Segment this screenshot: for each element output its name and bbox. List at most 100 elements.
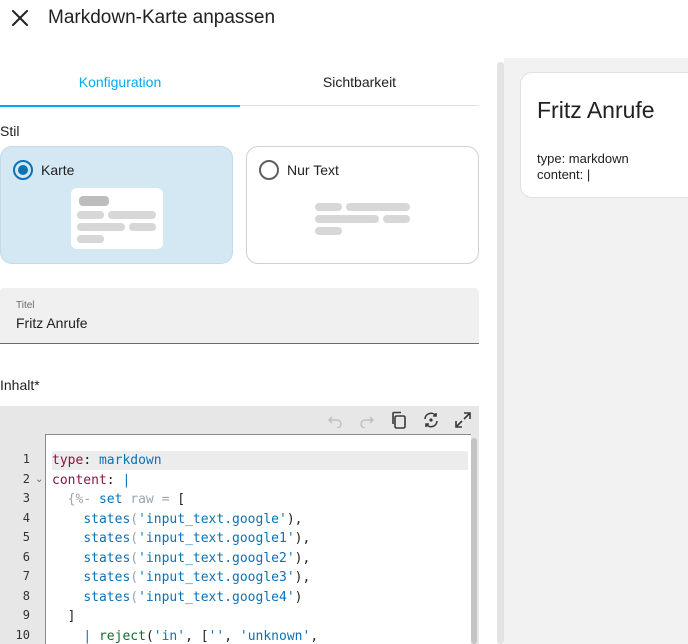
code-token: : [106, 473, 123, 488]
illustration-bar [77, 223, 125, 231]
illustration-bar [315, 203, 342, 211]
dialog-header: Markdown-Karte anpassen [0, 0, 688, 38]
preview-pane: Fritz Anrufe type: markdown content: | [504, 58, 688, 644]
code-token: ( [130, 512, 139, 527]
text-style-illustration [315, 203, 411, 237]
code-token: ] [52, 609, 76, 624]
code-scrollbar[interactable] [471, 438, 477, 644]
preview-card: Fritz Anrufe type: markdown content: | [520, 72, 688, 198]
fullscreen-button[interactable] [453, 410, 473, 430]
line-number: 2 [22, 472, 30, 486]
code-line[interactable]: states('input_text.google1'), [52, 529, 468, 548]
title-field[interactable]: Titel Fritz Anrufe [0, 288, 479, 344]
tab-bar: Konfiguration Sichtbarkeit [0, 58, 479, 107]
style-option-nur-text[interactable]: Nur Text [246, 146, 479, 264]
code-token: states [83, 531, 131, 546]
style-section-label: Stil [0, 123, 20, 139]
style-option-karte[interactable]: Karte [0, 146, 233, 264]
illustration-bar [77, 235, 104, 243]
line-number: 4 [22, 511, 30, 525]
code-text-area[interactable]: type: markdown content: | {%- set raw = [… [45, 434, 471, 644]
code-token: states [83, 512, 131, 527]
code-token: ( [130, 590, 139, 605]
code-token: , [310, 629, 319, 644]
tab-konfiguration-label: Konfiguration [78, 74, 162, 90]
illustration-bar [79, 196, 109, 206]
tab-konfiguration[interactable]: Konfiguration [0, 58, 240, 107]
dialog-title: Markdown-Karte anpassen [48, 7, 276, 28]
sync-icon [424, 412, 438, 428]
code-token: raw [130, 492, 154, 507]
code-token: , [224, 629, 240, 644]
illustration-bar [315, 227, 342, 235]
tab-sichtbarkeit[interactable]: Sichtbarkeit [240, 58, 479, 106]
preview-card-content: type: markdown content: | [537, 151, 629, 182]
sync-button[interactable] [421, 410, 441, 430]
code-token: ), [294, 531, 311, 546]
code-token: set [98, 492, 123, 507]
line-number: 6 [22, 550, 30, 564]
code-token: : [83, 453, 99, 468]
code-token: {%- [67, 492, 92, 507]
karte-radio[interactable] [13, 160, 33, 180]
code-token: ) [294, 590, 303, 605]
title-field-label: Titel [16, 300, 35, 311]
card-style-illustration [71, 188, 163, 249]
title-field-value[interactable]: Fritz Anrufe [16, 315, 88, 331]
code-token: ), [286, 512, 303, 527]
redo-button[interactable] [357, 410, 377, 430]
code-line[interactable]: ] [52, 607, 468, 626]
illustration-bar [346, 203, 410, 211]
code-token: '' [208, 629, 225, 644]
illustration-bar [108, 211, 156, 219]
line-number: 9 [22, 608, 30, 622]
code-token: 'input_text.google2' [138, 551, 295, 566]
code-token: [ [169, 492, 186, 507]
code-token: | [83, 629, 92, 644]
nur-text-radio[interactable] [259, 160, 279, 180]
code-token: ), [294, 570, 311, 585]
line-number: 1 [22, 452, 30, 466]
code-token: 'input_text.google' [138, 512, 287, 527]
code-token: states [83, 551, 131, 566]
code-token: ( [130, 570, 139, 585]
pane-scrollbar[interactable] [497, 62, 504, 644]
code-line[interactable]: states('input_text.google4') [52, 588, 468, 607]
code-line[interactable]: content: | [52, 471, 468, 490]
close-icon [12, 10, 28, 26]
line-number: 10 [15, 628, 30, 642]
close-button[interactable] [8, 6, 32, 30]
karte-label: Karte [41, 162, 75, 178]
redo-icon [360, 416, 375, 428]
illustration-bar [77, 211, 104, 219]
code-token: 'input_text.google3' [138, 570, 295, 585]
code-token: states [83, 570, 131, 585]
copy-button[interactable] [389, 410, 409, 430]
code-token: markdown [98, 453, 162, 468]
code-line[interactable]: {%- set raw = [ [52, 490, 468, 509]
line-number: 3 [22, 491, 30, 505]
fold-toggle[interactable]: ⌄ [35, 474, 43, 485]
code-token: | [122, 473, 131, 488]
code-line[interactable]: | reject('in', ['', 'unknown', [52, 627, 468, 644]
code-line[interactable]: states('input_text.google3'), [52, 568, 468, 587]
code-token: ), [294, 551, 311, 566]
code-line[interactable]: states('input_text.google'), [52, 510, 468, 529]
line-number: 8 [22, 589, 30, 603]
illustration-bar [315, 215, 379, 223]
code-line[interactable]: states('input_text.google2'), [52, 549, 468, 568]
undo-button[interactable] [325, 410, 345, 430]
code-token: ( [130, 531, 139, 546]
code-line[interactable]: type: markdown [52, 451, 468, 470]
undo-icon [327, 416, 342, 428]
nur-text-label: Nur Text [287, 162, 339, 178]
editor-pane: Konfiguration Sichtbarkeit Stil Karte Nu… [0, 58, 490, 644]
code-token: ( [130, 551, 139, 566]
